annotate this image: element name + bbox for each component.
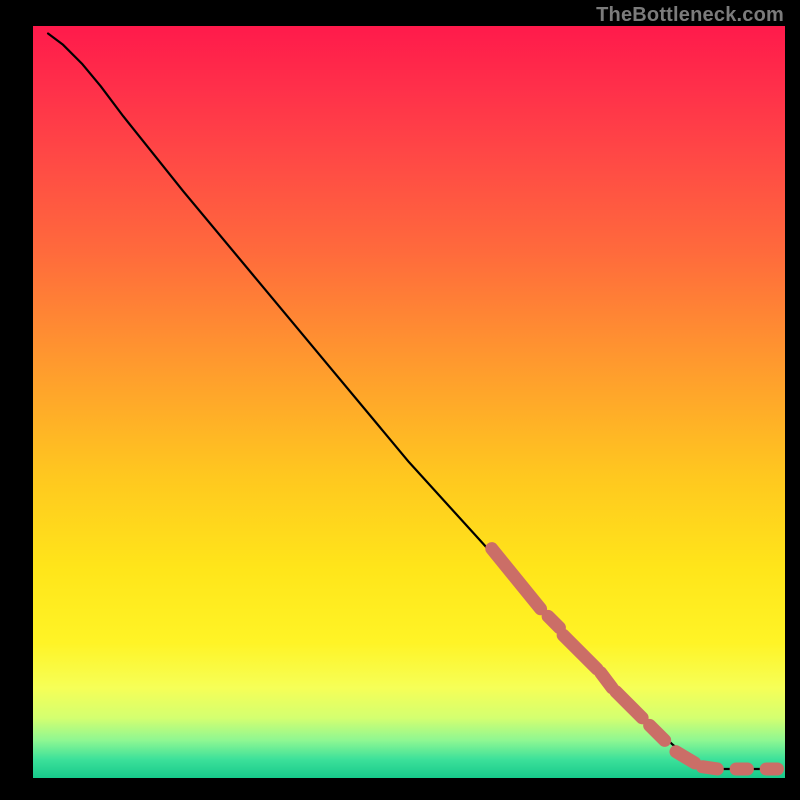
watermark-text: TheBottleneck.com (596, 4, 784, 27)
highlight-segment (548, 616, 559, 627)
chart-canvas: TheBottleneck.com (0, 0, 800, 800)
plot-background (33, 26, 785, 778)
chart-svg (0, 0, 800, 800)
highlight-segment (601, 673, 612, 688)
highlight-segment (702, 767, 717, 769)
